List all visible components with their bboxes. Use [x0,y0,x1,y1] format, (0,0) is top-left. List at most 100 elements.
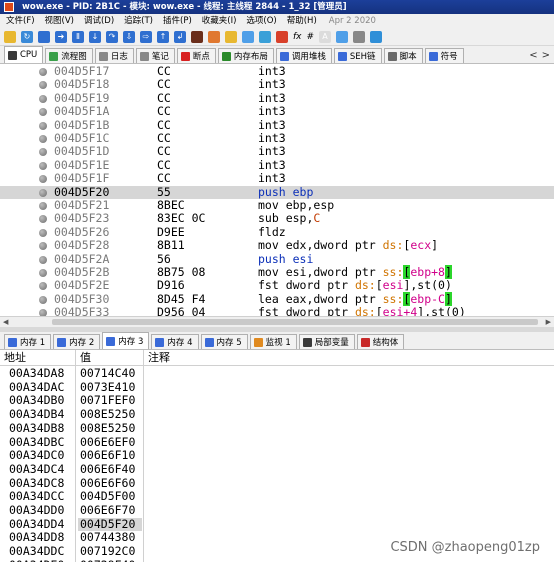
disasm-row[interactable]: 004D5F19 CC int3 [0,91,554,105]
strings-icon[interactable] [336,30,349,43]
font-icon[interactable]: A [319,30,332,43]
tab-6[interactable]: 内存布局 [217,48,274,63]
breakpoint-dot-icon[interactable] [39,295,47,304]
disasm-row[interactable]: 004D5F2E D916 fst dword ptr ds:[esi],st(0) [0,278,554,292]
breakpoint-dot-icon[interactable] [39,108,47,117]
disasm-row[interactable]: 004D5F1B CC int3 [0,118,554,132]
breakpoint-dot-icon[interactable] [39,94,47,103]
menu-debug[interactable]: 调试(D) [84,16,114,26]
tab-2[interactable]: 流程图 [45,48,93,63]
breakpoint-dot-icon[interactable] [39,202,47,210]
breakpoint-dot-icon[interactable] [39,309,47,316]
disasm-row[interactable]: 004D5F2A 56 push esi [0,252,554,266]
execute-till-return-icon[interactable]: ↑ [157,30,169,43]
breakpoint-dot-icon[interactable] [39,121,47,130]
menu-help[interactable]: 帮助(H) [287,16,317,26]
disasm-row[interactable]: 004D5F26 D9EE fldz [0,225,554,239]
disasm-row[interactable]: 004D5F1C CC int3 [0,131,554,145]
tab-5[interactable]: 断点 [176,48,216,63]
disasm-row[interactable]: 004D5F21 8BEC mov ebp,esp [0,198,554,212]
disasm-row[interactable]: 004D5F18 CC int3 [0,77,554,91]
disasm-row[interactable]: 004D5F33 D956 04 fst dword ptr ds:[esi+4],… [0,305,554,316]
breakpoint-dot-icon[interactable] [39,161,47,170]
run-to-user-code-icon[interactable]: ↲ [174,30,186,43]
breakpoint-dot-icon[interactable] [39,269,47,277]
disasm-row[interactable]: 004D5F23 83EC 0C sub esp,C [0,211,554,225]
highlight-icon[interactable] [276,30,288,43]
tab-1[interactable]: CPU [4,46,44,63]
header-comment[interactable]: 注释 [144,350,554,366]
pause-icon[interactable]: Ⅱ [72,30,84,43]
bookmark-icon[interactable] [259,30,271,43]
header-address[interactable]: 地址 [0,350,76,366]
breakpoint-dot-icon[interactable] [39,282,47,291]
dump-row[interactable]: 00A34DC4 006E6F40 [0,462,554,477]
breakpoint-dot-icon[interactable] [39,135,47,143]
dump-tab-2[interactable]: 内存 2 [53,334,101,349]
dump-row[interactable]: 00A34DC0 006E6F10 [0,448,554,463]
tab-4[interactable]: 笔记 [135,48,175,63]
disasm-row[interactable]: 004D5F1E CC int3 [0,158,554,172]
trace-into-icon[interactable]: ⇩ [123,30,135,43]
dump-row[interactable]: 00A34DBC 006E6EF0 [0,435,554,450]
hash-icon[interactable]: # [307,31,315,43]
scrollbar-thumb[interactable] [52,319,538,325]
comment-icon[interactable] [225,30,237,43]
disasm-row[interactable]: 004D5F20 55 push ebp [0,185,554,199]
scroll-right-icon[interactable]: ▶ [546,317,551,327]
dump-tab-8[interactable]: 结构体 [356,334,405,349]
menu-favourites[interactable]: 收藏夹(I) [202,16,237,26]
dump-tab-3[interactable]: 内存 3 [102,332,150,349]
breakpoint-dot-icon[interactable] [39,188,47,197]
dump-row[interactable]: 00A34DB4 008E5250 [0,407,554,422]
breakpoint-dot-icon[interactable] [39,81,47,90]
menu-options[interactable]: 选项(O) [246,16,276,26]
disasm-row[interactable]: 004D5F28 8B11 mov edx,dword ptr ds:[ecx] [0,238,554,252]
horizontal-scrollbar[interactable]: ◀ ▶ [0,316,554,327]
globe-icon[interactable] [370,30,383,43]
function-icon[interactable]: fx [293,31,302,43]
dump-row[interactable]: 00A34DB8 008E5250 [0,421,554,436]
patch-icon[interactable] [208,30,220,43]
scylla-icon[interactable] [191,30,203,43]
restart-icon[interactable]: ↻ [21,30,33,43]
step-into-icon[interactable]: ↓ [89,30,101,43]
close-icon[interactable] [38,30,50,43]
memory-dump-view[interactable]: 地址 值 注释 00A34DA8 00714C40 00A34DAC 0073E410… [0,350,554,562]
dump-row[interactable]: 00A34DAC 0073E410 [0,380,554,395]
dump-tab-1[interactable]: 内存 1 [4,334,52,349]
disasm-row[interactable]: 004D5F30 8D45 F4 lea eax,dword ptr ss:[ebp… [0,291,554,306]
dump-tab-6[interactable]: 监视 1 [249,334,297,349]
tab-8[interactable]: SEH链 [333,48,382,63]
disasm-row[interactable]: 004D5F1A CC int3 [0,104,554,118]
disassembly-view[interactable]: 004D5F17 CC int3 004D5F18 CC int3 004D5F19 CC in… [0,64,554,316]
breakpoint-dot-icon[interactable] [39,242,47,251]
breakpoint-dot-icon[interactable] [39,215,47,224]
tab-10[interactable]: 符号 [424,48,464,63]
breakpoint-dot-icon[interactable] [39,148,47,157]
tab-scroll-left-icon[interactable]: < [529,50,537,61]
breakpoint-dot-icon[interactable] [39,68,47,76]
menu-plugins[interactable]: 插件(P) [163,16,192,26]
menu-view[interactable]: 视图(V) [45,16,74,26]
dump-tab-5[interactable]: 内存 5 [200,334,248,349]
tab-3[interactable]: 日志 [94,48,134,63]
tab-9[interactable]: 脚本 [383,48,423,63]
breakpoint-dot-icon[interactable] [39,228,47,237]
scroll-left-icon[interactable]: ◀ [3,317,8,327]
label-icon[interactable] [242,30,254,43]
disasm-row[interactable]: 004D5F17 CC int3 [0,64,554,78]
header-value[interactable]: 值 [76,350,144,366]
breakpoint-dot-icon[interactable] [39,175,47,184]
dump-row[interactable]: 00A34DB0 0071FEF0 [0,394,554,408]
open-icon[interactable] [4,30,16,43]
disasm-row[interactable]: 004D5F1F CC int3 [0,171,554,185]
tab-scroll-right-icon[interactable]: > [542,50,550,61]
calculator-icon[interactable] [353,30,366,43]
dump-row[interactable]: 00A34DA8 00714C40 [0,366,554,381]
run-icon[interactable]: ➜ [55,30,67,43]
disasm-row[interactable]: 004D5F1D CC int3 [0,144,554,158]
dump-row[interactable]: 00A34DD0 006E6F70 [0,503,554,518]
dump-row[interactable]: 00A34DCC 004D5F00 [0,490,554,504]
dump-tab-7[interactable]: 局部变量 [298,334,355,349]
